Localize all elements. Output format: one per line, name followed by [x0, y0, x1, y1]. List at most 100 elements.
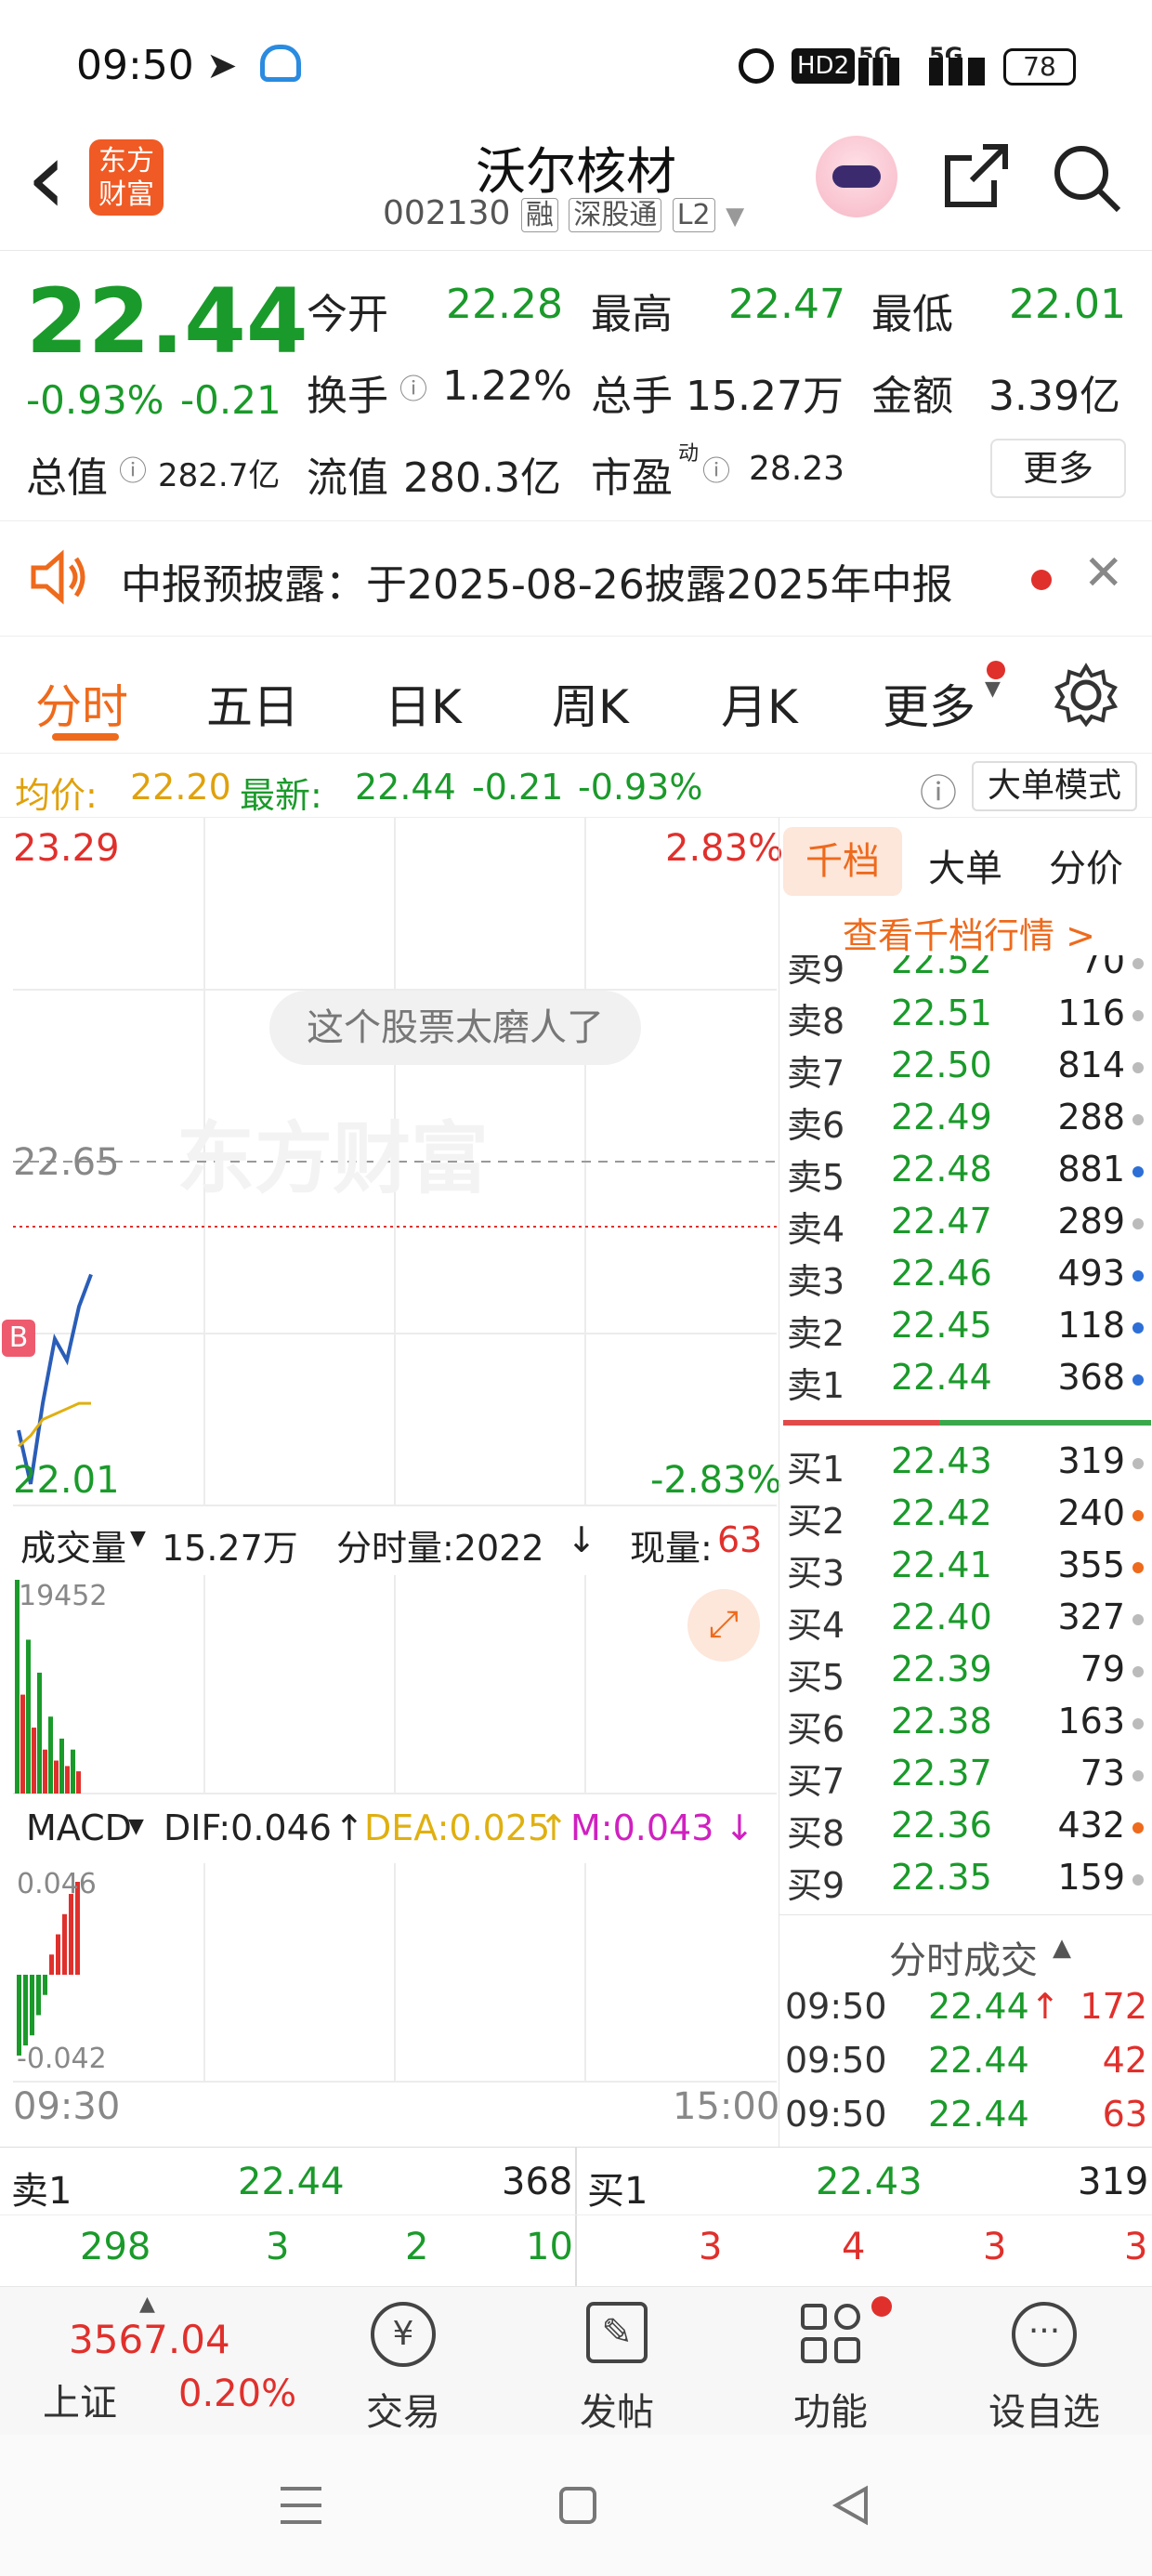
sell1-label: 卖1 [11, 2170, 72, 2213]
intraday-chart[interactable]: 23.29 2.83% 22.65 22.01 -2.83% 东方财富 这个股票… [0, 818, 783, 2147]
ask-row[interactable]: 卖3 22.46 493 [779, 1247, 1152, 1302]
nav-post[interactable]: ✎ 发帖 [524, 2296, 710, 2434]
tab-intraday[interactable]: 分时 [35, 670, 128, 737]
chevron-down-icon[interactable]: ▼ [128, 1815, 144, 1838]
menu-icon[interactable] [281, 2487, 321, 2524]
tab-price-dist[interactable]: 分价 [1049, 838, 1123, 892]
back-icon[interactable]: ‹ [26, 126, 67, 229]
tab-five-day[interactable]: 五日 [206, 670, 299, 737]
macd-m: M:0.043 [570, 1807, 714, 1848]
bid-row[interactable]: 买1 22.43 319 [779, 1435, 1152, 1490]
unread-dot [1031, 570, 1052, 590]
bid-volume: 432 [1057, 1805, 1125, 1846]
tab-weekly-k[interactable]: 周K [552, 670, 629, 737]
ask-row[interactable]: 卖5 22.48 881 [779, 1143, 1152, 1198]
nav-watchlist-label: 设自选 [988, 2391, 1100, 2434]
connect-badge: 深股通 [569, 198, 662, 232]
tab-more[interactable]: 更多 [883, 670, 975, 737]
search-icon[interactable] [1050, 141, 1124, 216]
chevron-down-icon[interactable]: ▼ [130, 1527, 146, 1550]
info-icon[interactable]: ⓘ [119, 448, 147, 489]
speaker-icon [31, 549, 85, 605]
trades-title[interactable]: 分时成交 [889, 1930, 1038, 1984]
big-order-mode-button[interactable]: 大单模式 [972, 761, 1137, 811]
battery-icon: 78 [1003, 48, 1076, 85]
volume-bar [54, 1760, 59, 1794]
bid-row[interactable]: 买2 22.42 240 [779, 1487, 1152, 1542]
bid-dot-icon [1132, 1718, 1144, 1729]
notice-bar[interactable]: 中报预披露：于2025-08-26披露2025年中报 ✕ [0, 520, 1152, 637]
nav-trade[interactable]: ¥ 交易 [310, 2296, 496, 2434]
more-button[interactable]: 更多 [990, 439, 1126, 498]
close-icon[interactable]: ✕ [1083, 545, 1124, 601]
more-dots-icon: ··· [1012, 2302, 1077, 2367]
bid-level: 买1 [787, 1449, 845, 1490]
ask-dot-icon [1132, 1374, 1144, 1386]
nav-watchlist[interactable]: ··· 设自选 [951, 2296, 1137, 2434]
bid-dot-icon [1132, 1770, 1144, 1781]
bid-row[interactable]: 买3 22.41 355 [779, 1539, 1152, 1594]
signal2-icon [929, 58, 985, 85]
ask-row[interactable]: 卖7 22.50 814 [779, 1039, 1152, 1094]
ask-row[interactable]: 卖4 22.47 289 [779, 1195, 1152, 1250]
trade-volume: 63 [1102, 2094, 1147, 2135]
index-ticker[interactable]: ▲ 3567.04 上证 0.20% [19, 2287, 325, 2436]
buy-marker[interactable]: B [2, 1320, 35, 1357]
ask-dot-icon [1132, 1062, 1144, 1073]
bid-level: 买2 [787, 1501, 845, 1542]
bid-row[interactable]: 买7 22.37 73 [779, 1747, 1152, 1802]
bid-row[interactable]: 买8 22.36 432 [779, 1799, 1152, 1854]
bid-row[interactable]: 买4 22.40 327 [779, 1591, 1152, 1646]
chevron-down-icon: ▼ [985, 677, 1001, 701]
current-volume-label: 现量: [630, 1528, 713, 1569]
chart-tabs: 分时 五日 日K 周K 月K 更多 ▼ [0, 637, 1152, 753]
tab-daily-k[interactable]: 日K [385, 670, 462, 737]
bid-row[interactable]: 买9 22.35 159 [779, 1851, 1152, 1906]
view-depth-link[interactable]: 查看千档行情 > [843, 907, 1095, 958]
home-icon[interactable] [559, 2487, 596, 2524]
ask-row[interactable]: 卖2 22.45 118 [779, 1299, 1152, 1354]
logo-line2: 财富 [98, 178, 154, 211]
tab-monthly-k[interactable]: 月K [721, 670, 798, 737]
buy-queue-item: 4 [842, 2226, 866, 2268]
arrow-up-icon: ↑ [539, 1807, 569, 1848]
macd-dropdown[interactable]: MACD [26, 1807, 132, 1848]
time-end-label: 15:00 [673, 2085, 780, 2128]
trade-price: 22.44 [928, 1986, 1029, 2027]
nav-function[interactable]: 功能 [738, 2296, 923, 2434]
info-icon[interactable]: ⓘ [702, 448, 730, 489]
expand-icon[interactable]: ⤢ [687, 1589, 760, 1662]
status-bar: 09:50 ➤ HD2 5G 5G 78 [0, 0, 1152, 130]
back-nav-icon[interactable] [831, 2485, 871, 2526]
ask-list: 卖9 22.52 70 卖8 22.51 116 卖7 22.50 814 卖6 22.49 288 卖… [779, 955, 1152, 1411]
unread-dot [871, 2296, 892, 2317]
comment-bubble[interactable]: 这个股票太磨人了 [269, 991, 641, 1065]
trades-panel: 分时成交 ▲ 09:50 22.44 ↑ 172 09:50 22.44 42 09:50 22… [779, 1914, 1152, 2147]
gear-icon[interactable] [1054, 663, 1119, 728]
volume-dropdown[interactable]: 成交量 [20, 1519, 126, 1571]
ask-row[interactable]: 卖6 22.49 288 [779, 1091, 1152, 1146]
bid-row[interactable]: 买5 22.39 79 [779, 1643, 1152, 1698]
caret-up-icon[interactable]: ▲ [1053, 1934, 1071, 1962]
bid-row[interactable]: 买6 22.38 163 [779, 1695, 1152, 1750]
ask-row[interactable]: 卖1 22.44 368 [779, 1351, 1152, 1406]
ask-dot-icon [1132, 1166, 1144, 1177]
ask-row[interactable]: 卖8 22.51 116 [779, 987, 1152, 1042]
chevron-down-icon[interactable]: ▼ [726, 203, 744, 230]
ask-row[interactable]: 卖9 22.52 70 [779, 955, 1152, 990]
info-icon[interactable]: ⓘ [399, 366, 427, 407]
low-label: 最低 [871, 291, 953, 338]
help-icon[interactable]: ⓘ [920, 763, 957, 817]
tab-big-orders[interactable]: 大单 [928, 838, 1002, 892]
tab-depth[interactable]: 千档 [783, 827, 902, 896]
float-value: 280.3亿 [403, 454, 561, 502]
ask-volume: 116 [1057, 992, 1125, 1033]
robot-assistant-icon[interactable] [816, 136, 897, 217]
tab-underline [52, 733, 119, 741]
buy-queue-item: 3 [699, 2226, 723, 2268]
ask-level: 卖8 [787, 1001, 845, 1042]
share-icon[interactable] [938, 139, 1013, 214]
volume-label: 总手 [591, 373, 673, 420]
avg-value: 22.20 [130, 767, 231, 808]
volume-bar [71, 1749, 75, 1794]
